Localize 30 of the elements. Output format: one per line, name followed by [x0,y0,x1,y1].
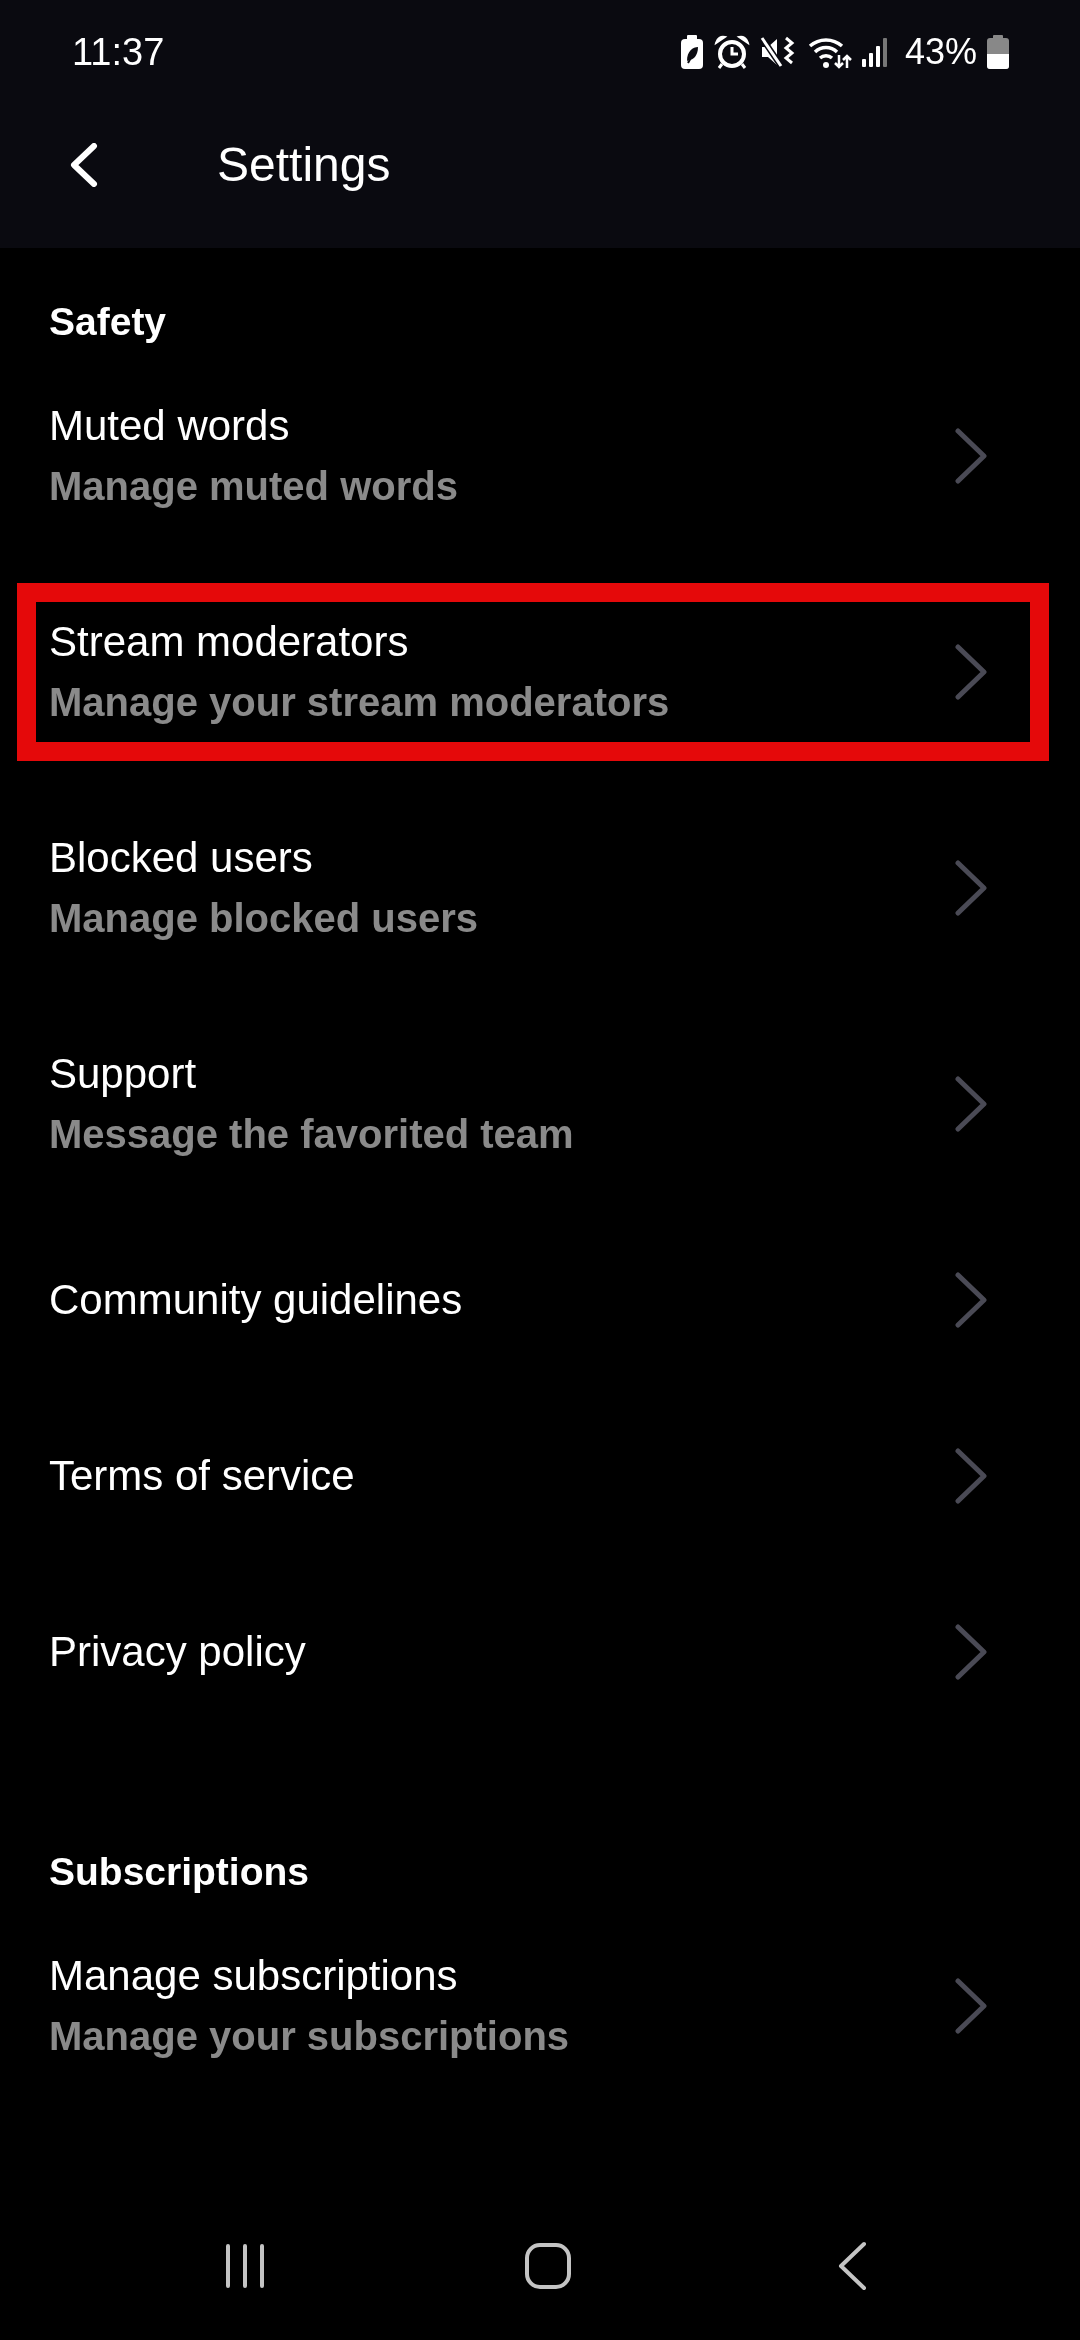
battery-percent: 43% [904,31,977,73]
status-time: 11:37 [72,30,165,74]
chevron-right-icon [954,860,988,916]
chevron-right-icon [954,1272,988,1328]
wifi-icon [807,35,852,69]
page-title: Settings [217,137,391,193]
chevron-right-icon [954,1978,988,2034]
settings-row[interactable]: Muted words Manage muted words [0,348,1080,564]
chevron-right-icon [954,1076,988,1132]
chevron-left-icon [69,143,98,187]
home-icon[interactable] [524,2242,573,2290]
signal-icon [861,37,890,67]
chevron-right-icon [954,644,988,700]
recent-apps-icon[interactable] [224,2243,265,2289]
battery-leaf-icon [679,35,704,69]
chevron-right-icon [954,1448,988,1504]
chevron-right-icon [954,428,988,484]
back-icon[interactable] [837,2241,868,2291]
settings-row[interactable]: Privacy policy [0,1564,1080,1740]
section-header: Subscriptions [49,1849,310,1895]
settings-row[interactable]: Terms of service [0,1388,1080,1564]
alarm-clock-icon [713,34,750,70]
settings-row[interactable]: Manage subscriptions Manage your subscriptions [0,1898,1080,2114]
settings-row[interactable]: Support Message the favorited team [0,996,1080,1212]
settings-row[interactable]: Blocked users Manage blocked users [0,780,1080,996]
settings-row[interactable]: Community guidelines [0,1212,1080,1388]
settings-row[interactable]: Stream moderators Manage your stream moderators [0,564,1080,780]
battery-icon [987,35,1009,69]
section-header: Safety [49,299,167,345]
chevron-right-icon [954,1624,988,1680]
